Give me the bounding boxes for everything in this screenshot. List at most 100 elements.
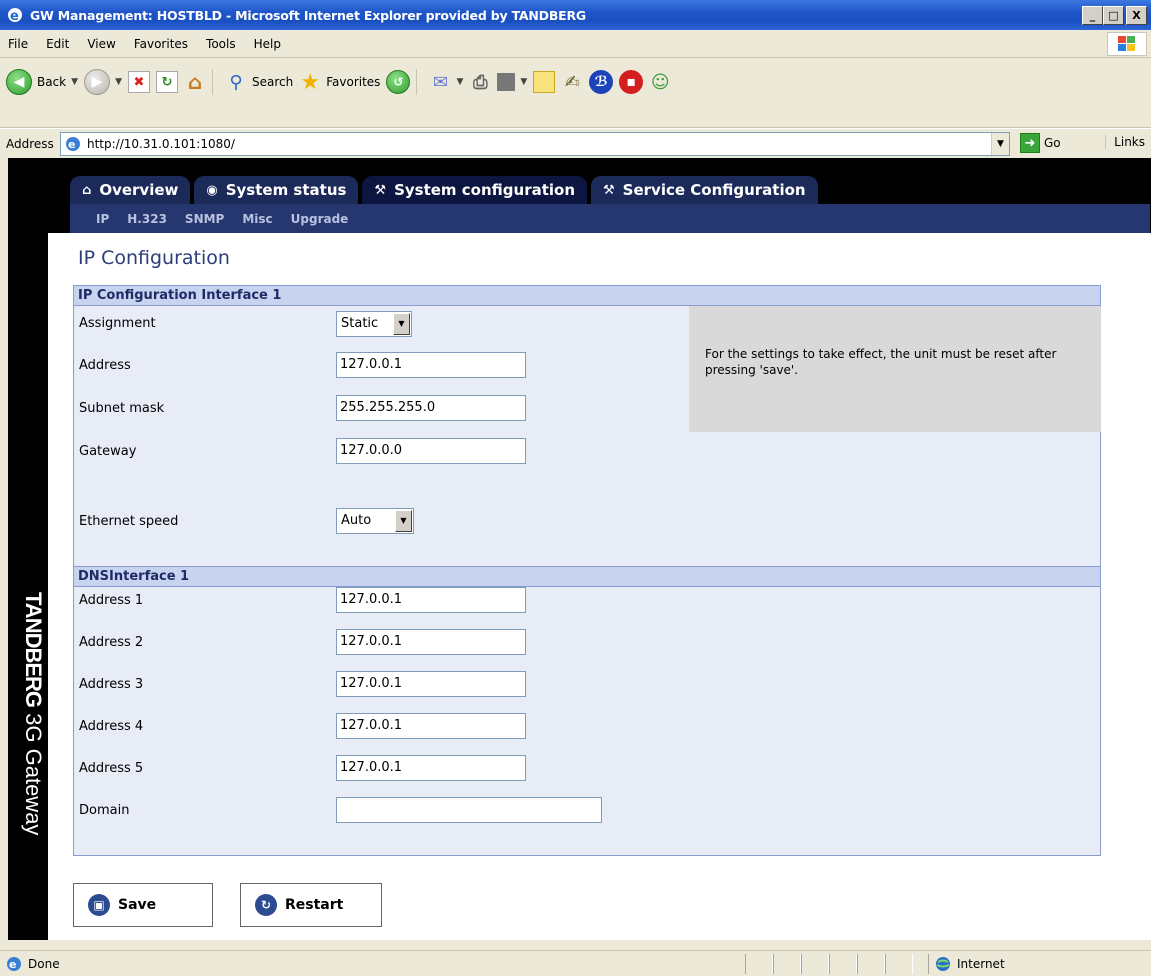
edit-button[interactable]: ▼ [497,73,527,91]
subnav-misc[interactable]: Misc [242,212,272,226]
address-label: Address [79,358,131,373]
toolbar-separator [416,69,418,95]
go-button[interactable]: ➜ Go [1020,133,1061,153]
status-panel [745,954,773,974]
address-url: http://10.31.0.101:1080/ [87,137,235,151]
menu-favorites[interactable]: Favorites [125,37,197,51]
ethernet-speed-value: Auto [341,513,372,528]
domain-label: Domain [79,803,130,818]
back-arrow-icon: ◀ [6,69,32,95]
menu-help[interactable]: Help [245,37,290,51]
messenger-button[interactable]: ☺ [649,71,671,93]
forward-button[interactable]: ▶ ▼ [84,69,122,95]
status-text: e Done [6,956,60,972]
address-label: Address [6,136,54,151]
address-dropdown-icon[interactable]: ▼ [991,133,1009,155]
ethernet-speed-select[interactable]: Auto ▼ [336,508,414,534]
chevron-down-icon: ▼ [393,313,410,335]
browser-toolbar: ◀ Back ▼ ▶ ▼ ✖ ↻ ⌂ ⚲ Search ★ Favorites … [0,58,1151,128]
back-button[interactable]: ◀ Back ▼ [6,69,78,95]
security-zone: Internet [928,954,1124,974]
ethernet-speed-label: Ethernet speed [79,514,179,529]
svg-text:e: e [9,958,16,971]
brand-label: TANDBERG 3G Gateway [20,592,46,835]
go-label: Go [1044,136,1061,150]
stop-icon: ✖ [127,71,150,93]
maximize-button[interactable]: □ [1103,6,1124,25]
menu-tools[interactable]: Tools [197,37,245,51]
stop-button[interactable]: ✖ [127,71,150,93]
favorites-button[interactable]: ★ Favorites [299,70,380,95]
status-message: Done [28,956,60,971]
main-content: IP Configuration IP Configuration Interf… [48,233,1151,940]
dns-address-5-field[interactable]: 127.0.0.1 [336,755,526,781]
status-panel [885,954,913,974]
subnav-h323[interactable]: H.323 [127,212,167,226]
close-button[interactable]: X [1126,6,1147,25]
svg-text:e: e [10,9,19,24]
dns-address-3-field[interactable]: 127.0.0.1 [336,671,526,697]
mail-dropdown-icon[interactable]: ▼ [456,77,463,87]
tab-system-status[interactable]: ◉ System status [194,176,359,204]
section-title: DNSInterface 1 [74,567,1100,587]
edit-dropdown-icon[interactable]: ▼ [520,77,527,87]
restart-icon: ↻ [255,894,277,916]
bluetooth-button[interactable]: ℬ [589,70,614,94]
gateway-field[interactable]: 127.0.0.0 [336,438,526,464]
domain-field[interactable] [336,797,602,823]
subnav-ip[interactable]: IP [96,212,109,226]
dns-address-4-field[interactable]: 127.0.0.1 [336,713,526,739]
search-icon: ⚲ [229,71,243,93]
disk-icon: ▣ [88,894,110,916]
zone-label: Internet [957,957,1005,971]
history-button[interactable]: ↺ [386,70,411,94]
print-button[interactable]: ⎙ [469,71,491,93]
brand-product: 3G Gateway [21,713,46,836]
tab-overview[interactable]: ⌂ Overview [70,176,191,204]
tab-service-configuration[interactable]: ⚒ Service Configuration [591,176,818,204]
go-arrow-icon: ➜ [1020,133,1040,153]
links-toolbar[interactable]: Links [1105,135,1145,149]
research-button[interactable]: ✍ [561,71,583,93]
menu-file[interactable]: File [0,37,37,51]
address-input[interactable]: e http://10.31.0.101:1080/ ▼ [60,132,1010,156]
menu-edit[interactable]: Edit [37,37,78,51]
chevron-down-icon: ▼ [395,510,412,532]
minimize-button[interactable]: _ [1082,6,1103,25]
menu-view[interactable]: View [78,37,124,51]
restart-button[interactable]: ↻ Restart [240,883,382,927]
home-button[interactable]: ⌂ [184,70,206,94]
tab-system-configuration[interactable]: ⚒ System configuration [362,176,588,204]
refresh-button[interactable]: ↻ [155,71,178,93]
bluetooth-icon: ℬ [589,70,614,94]
subnav-snmp[interactable]: SNMP [185,212,224,226]
dns-address-label: Address 4 [79,719,144,734]
save-button[interactable]: ▣ Save [73,883,213,927]
forward-dropdown-icon[interactable]: ▼ [115,77,122,87]
messenger-alert-button[interactable]: ▪ [619,70,644,94]
ip-config-section: IP Configuration Interface 1 Assignment … [73,285,1101,569]
history-icon: ↺ [386,70,411,94]
back-dropdown-icon[interactable]: ▼ [71,77,78,87]
search-label: Search [251,75,294,89]
save-label: Save [118,897,157,913]
tab-label: System status [225,181,347,199]
status-panel [773,954,801,974]
dns-address-label: Address 1 [79,593,144,608]
ip-address-field[interactable]: 127.0.0.1 [336,352,526,378]
mail-icon: ✉ [432,71,448,93]
notes-button[interactable] [533,71,556,93]
brand-sidebar: TANDBERG 3G Gateway [8,158,48,940]
dns-address-2-field[interactable]: 127.0.0.1 [336,629,526,655]
menu-bar: File Edit View Favorites Tools Help [0,30,1151,58]
search-button[interactable]: ⚲ Search [225,71,293,93]
assignment-select[interactable]: Static ▼ [336,311,412,337]
page-done-icon: e [7,956,21,971]
subnet-mask-field[interactable]: 255.255.255.0 [336,395,526,421]
subnav-upgrade[interactable]: Upgrade [291,212,349,226]
status-panels [745,954,913,974]
dns-address-1-field[interactable]: 127.0.0.1 [336,587,526,613]
status-panel [801,954,829,974]
mail-button[interactable]: ✉ ▼ [429,71,463,93]
web-page: TANDBERG 3G Gateway ⌂ Overview ◉ System … [8,158,1151,940]
